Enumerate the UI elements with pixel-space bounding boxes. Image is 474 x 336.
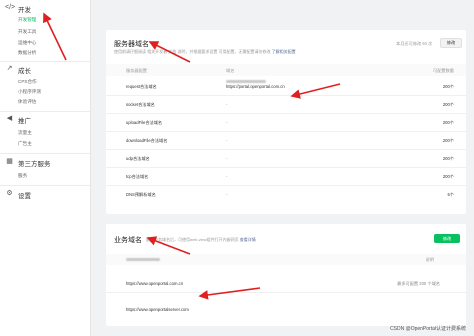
server-domain-card: 服务器域名 使用前请仔细阅读 相关开发者 文档 说明，并根据要求设置 可用配置，…: [106, 30, 466, 214]
th-type: 服务器配置: [126, 68, 147, 73]
table-row: https://www.openportal.com.cn 最多可配置 200 …: [106, 272, 466, 293]
row-limit: 200个: [442, 156, 454, 161]
row-type: DNS预解析域名: [126, 192, 156, 197]
sidebar-divider: [0, 111, 90, 112]
row-limit: 5个: [447, 192, 454, 197]
business-domain-desc: 配置业务域名后，可使用web-view组件打开内嵌网页 查看详情: [146, 237, 256, 243]
server-domain-desc-text: 使用前请仔细阅读 相关开发者 文档 说明，并根据要求设置 可用配置，无需配置请勿…: [114, 49, 271, 54]
business-domain-card: 业务域名 配置业务域名后，可使用web-view组件打开内嵌网页 查看详情 修改…: [106, 224, 466, 326]
th-limit: 可配置数量: [433, 68, 454, 73]
sidebar-divider: [0, 153, 90, 154]
th-note: 说明: [425, 257, 434, 262]
quota-text: 本月还可修改 50 次: [396, 41, 433, 46]
row-type: socket合法域名: [126, 102, 155, 107]
row-domain: -: [226, 192, 228, 197]
sidebar: </> 开发 开发管理 开发工具 运维中心 数据分析 ↗ 成长 CPS合作 小程…: [0, 0, 91, 336]
sidebar-item-review[interactable]: 小程序评测: [18, 89, 41, 95]
sidebar-item-traffic[interactable]: 流量主: [18, 130, 32, 136]
row-limit: 200个: [442, 174, 454, 179]
redacted-blur: [226, 80, 266, 83]
services-icon: ▦: [6, 158, 13, 165]
server-modify-button[interactable]: 修改: [440, 38, 462, 48]
row-domain: -: [226, 102, 228, 107]
server-domain-desc-link[interactable]: 了解相关配置: [272, 49, 296, 54]
sidebar-item-ops[interactable]: 运维中心: [18, 40, 36, 46]
table-row: uploadFile合法域名 - 200个: [106, 113, 466, 132]
row-type: udp合法域名: [126, 156, 150, 161]
table-row: socket合法域名 - 200个: [106, 95, 466, 114]
sidebar-group-growth[interactable]: 成长: [18, 65, 31, 75]
business-domain-desc-text: 配置业务域名后，可使用web-view组件打开内嵌网页: [146, 237, 239, 242]
sidebar-item-advertiser[interactable]: 广告主: [18, 141, 32, 147]
table-row: DNS预解析域名 - 5个: [106, 185, 466, 203]
redacted-blur: [126, 258, 160, 261]
row-domain: https://portal.openportal.com.cn: [226, 84, 285, 89]
server-table-header: 服务器配置 域名 可配置数量: [106, 64, 466, 76]
sidebar-group-settings[interactable]: 设置: [18, 190, 31, 200]
business-domain-desc-link[interactable]: 查看详情: [240, 237, 256, 242]
code-icon: </>: [5, 4, 16, 11]
growth-icon: ↗: [6, 65, 13, 72]
business-table-header: 说明: [106, 254, 466, 265]
sidebar-group-promo[interactable]: 推广: [18, 115, 31, 125]
row-type: tcp合法域名: [126, 174, 149, 179]
server-domain-title: 服务器域名: [114, 41, 149, 48]
row-limit: 200个: [442, 84, 454, 89]
table-row: https://www.openportalserver.com: [106, 302, 466, 318]
row-type: request合法域名: [126, 84, 157, 89]
row-domain: -: [226, 120, 228, 125]
table-row: tcp合法域名 - 200个: [106, 167, 466, 186]
sidebar-item-cps[interactable]: CPS合作: [18, 79, 37, 85]
th-domain: 域名: [226, 68, 235, 73]
sidebar-divider: [0, 61, 90, 62]
sidebar-item-service[interactable]: 服务: [18, 173, 27, 179]
sidebar-group-third-party[interactable]: 第三方服务: [18, 158, 51, 168]
server-domain-desc: 使用前请仔细阅读 相关开发者 文档 说明，并根据要求设置 可用配置，无需配置请勿…: [114, 49, 296, 55]
sidebar-item-dev-manage[interactable]: 开发管理: [18, 17, 36, 23]
row-domain: -: [226, 156, 228, 161]
sidebar-divider: [0, 185, 90, 186]
watermark: CSDN @OpenPortal认证计费系统: [390, 326, 466, 332]
megaphone-icon: ◀: [6, 115, 13, 122]
business-row-domain: https://www.openportal.com.cn: [126, 281, 184, 286]
sidebar-item-dev-tools[interactable]: 开发工具: [18, 29, 36, 35]
row-domain: -: [226, 174, 228, 179]
sidebar-item-analytics[interactable]: 数据分析: [18, 50, 36, 56]
business-row-note: 最多可配置 200 个域名: [397, 281, 440, 286]
row-limit: 200个: [442, 120, 454, 125]
sidebar-item-experience[interactable]: 体验评估: [18, 99, 36, 105]
row-type: uploadFile合法域名: [126, 120, 163, 125]
gear-icon: ⚙: [6, 190, 13, 197]
table-row: downloadFile合法域名 - 200个: [106, 131, 466, 150]
row-type: downloadFile合法域名: [126, 138, 168, 143]
row-limit: 200个: [442, 102, 454, 107]
row-limit: 200个: [442, 138, 454, 143]
table-row: udp合法域名 - 200个: [106, 149, 466, 168]
table-row: request合法域名 https://portal.openportal.co…: [106, 77, 466, 96]
row-domain: -: [226, 138, 228, 143]
business-row-domain: https://www.openportalserver.com: [126, 307, 189, 312]
sidebar-group-dev[interactable]: 开发: [18, 4, 31, 14]
business-domain-title: 业务域名: [114, 237, 142, 244]
business-modify-button[interactable]: 修改: [434, 234, 460, 243]
